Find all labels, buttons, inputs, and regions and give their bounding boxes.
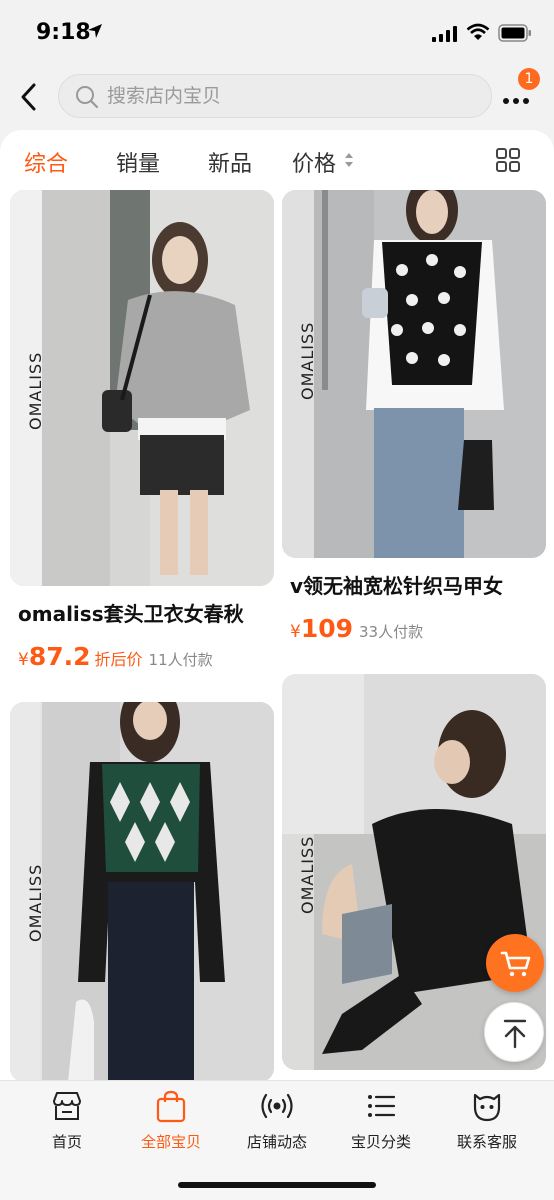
sold-count: 11人付款 — [148, 651, 213, 669]
chevron-left-icon — [21, 83, 36, 111]
tab-new[interactable]: 新品 — [208, 146, 252, 178]
nav-shop-updates[interactable]: 店铺动态 — [222, 1081, 332, 1161]
chat-face-icon — [473, 1093, 501, 1122]
brand-watermark: OMALISS — [298, 321, 317, 400]
price-value: 87.2 — [28, 642, 91, 671]
product-card[interactable]: OMALISS — [10, 702, 274, 1080]
sort-arrows-icon — [345, 153, 353, 167]
search-input[interactable] — [107, 75, 467, 117]
nav-label: 联系客服 — [456, 1133, 517, 1151]
nav-label: 全部宝贝 — [140, 1133, 201, 1151]
status-time: 9:18 — [36, 20, 91, 45]
notification-badge: 1 — [518, 68, 540, 90]
product-card[interactable]: OMALISS v领无袖宽松针织马甲女 ¥109 33人付款 — [282, 190, 546, 660]
cart-button[interactable] — [486, 934, 544, 992]
home-indicator — [178, 1182, 376, 1188]
status-bar: 9:18 — [0, 0, 554, 64]
nav-customer-service[interactable]: 联系客服 — [432, 1081, 542, 1161]
nav-categories[interactable]: 宝贝分类 — [326, 1081, 436, 1161]
product-image: OMALISS — [10, 190, 274, 586]
search-icon — [76, 86, 99, 109]
sort-bar: 综合 销量 新品 价格 — [0, 130, 554, 188]
sold-count: 33人付款 — [359, 623, 424, 641]
product-card[interactable]: OMALISS omaliss套头卫衣女春秋 ¥87.2 折后价 11人付款 — [10, 190, 274, 680]
price-symbol: ¥ — [290, 622, 301, 642]
storefront-icon — [53, 1092, 81, 1120]
price-row: ¥87.2 折后价 11人付款 — [18, 642, 213, 671]
nav-label: 宝贝分类 — [350, 1133, 411, 1151]
arrow-up-icon — [503, 1019, 527, 1049]
nav-label: 首页 — [51, 1133, 82, 1151]
tab-comprehensive[interactable]: 综合 — [24, 146, 68, 178]
discount-label: 折后价 — [94, 650, 143, 669]
more-dots-icon — [503, 98, 529, 104]
price-symbol: ¥ — [18, 650, 29, 670]
location-arrow-icon — [88, 24, 102, 38]
tab-price[interactable]: 价格 — [292, 146, 336, 178]
search-bar[interactable] — [58, 74, 492, 118]
nav-all-items[interactable]: 全部宝贝 — [116, 1081, 226, 1161]
cart-icon — [500, 951, 531, 977]
price-value: 109 — [300, 614, 354, 643]
product-title: omaliss套头卫衣女春秋 — [18, 602, 244, 626]
tab-sales[interactable]: 销量 — [116, 146, 160, 178]
nav-home[interactable]: 首页 — [12, 1081, 122, 1161]
search-header — [0, 64, 554, 130]
brand-watermark: OMALISS — [26, 863, 45, 942]
battery-icon — [498, 24, 531, 42]
list-icon — [368, 1095, 396, 1117]
broadcast-icon — [261, 1093, 293, 1119]
price-row: ¥109 33人付款 — [290, 614, 423, 643]
grid-view-icon[interactable] — [496, 148, 520, 172]
brand-watermark: OMALISS — [298, 835, 317, 914]
product-image: OMALISS — [10, 702, 274, 1080]
nav-label: 店铺动态 — [246, 1133, 307, 1151]
brand-watermark: OMALISS — [26, 351, 45, 430]
back-to-top-button[interactable] — [484, 1002, 544, 1062]
product-list-panel: 综合 销量 新品 价格 OMALISS omaliss套头卫衣女春秋 ¥87.2… — [0, 130, 554, 1080]
shopping-bag-icon — [156, 1090, 186, 1123]
cellular-signal-icon — [432, 26, 457, 42]
wifi-icon — [466, 23, 490, 40]
product-image: OMALISS — [282, 190, 546, 558]
product-title: v领无袖宽松针织马甲女 — [290, 574, 504, 598]
back-button[interactable] — [14, 80, 44, 114]
